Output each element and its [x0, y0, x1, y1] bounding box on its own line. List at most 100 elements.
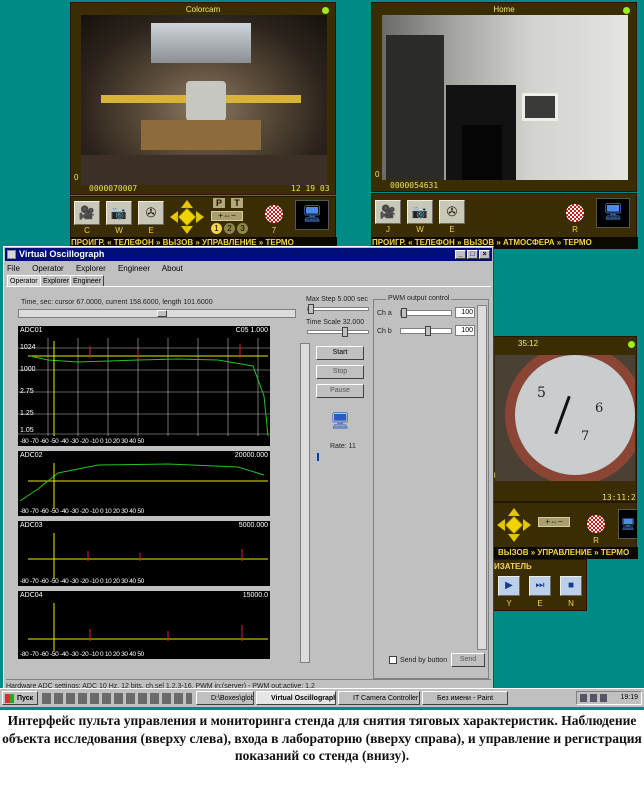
monitor-button[interactable]: 🖥 — [618, 509, 638, 539]
camera-select-button[interactable]: 🎥 — [74, 201, 100, 225]
start-button[interactable]: Start — [316, 346, 364, 360]
max-step-slider[interactable] — [307, 304, 369, 314]
clock: 19:19 — [620, 694, 638, 701]
time-status: Time, sec: cursor 67.0000, current 158.6… — [21, 299, 213, 306]
panel-tabs[interactable]: ВЫЗОВ » УПРАВЛЕНИЕ » ТЕРМО — [488, 547, 638, 559]
checkered-target-icon — [566, 204, 584, 222]
menu-file[interactable]: File — [7, 264, 20, 273]
quick-launch-icons[interactable] — [42, 693, 192, 704]
tools-button[interactable]: ✇ — [439, 200, 465, 224]
menu-about[interactable]: About — [162, 264, 183, 273]
menu-explorer[interactable]: Explorer — [76, 264, 106, 273]
camera-title: Colorcam — [185, 5, 221, 14]
pwm-channel-b-slider[interactable] — [400, 326, 452, 336]
zoom-in-button[interactable]: +⇔− — [538, 517, 570, 527]
play-button[interactable]: ▶ — [498, 576, 520, 596]
tools-button[interactable]: ✇ — [138, 201, 164, 225]
pwm-channel-a-value[interactable]: 100 — [455, 307, 475, 318]
scroll-thumb[interactable] — [157, 310, 167, 317]
status-indicator-icon — [628, 341, 635, 348]
button-label: Y — [506, 599, 512, 608]
rate-indicator — [317, 453, 319, 461]
channel-scope[interactable]: ADC02 20000.000 -80 -70 -60 -50 -40 -30 -… — [18, 451, 270, 516]
tab-engineer[interactable]: Engineer — [70, 275, 105, 286]
minimize-button[interactable]: _ — [455, 250, 466, 259]
stop-button[interactable]: Stop — [316, 365, 364, 379]
task-explorer[interactable]: D:\Boxes\global\... — [196, 691, 254, 705]
player-title: ИЗАТЕЛЬ — [494, 562, 532, 571]
button-label: N — [568, 599, 574, 608]
start-label: Пуск — [17, 695, 34, 702]
button-label: R — [593, 536, 599, 545]
preset-3[interactable]: 3 — [237, 223, 248, 234]
y-tick: 2.75 — [20, 388, 34, 395]
channel-scope[interactable]: ADC04 15000.0 -80 -70 -60 -50 -40 -30 -20… — [18, 591, 270, 659]
preset-selector[interactable]: 1 2 3 — [211, 223, 251, 235]
camera-view-left: Colorcam 0 0000070007 12 19 03 — [70, 2, 336, 195]
pwm-channel-b-value[interactable]: 100 — [455, 325, 475, 336]
send-checkbox-label: Send by button — [400, 657, 448, 664]
monitor-button[interactable]: 🖥 — [596, 198, 630, 228]
tab-explorer[interactable]: Explorer — [40, 275, 73, 286]
channel-scope[interactable]: ADC01 C05 1.000 1024 1000 2.75 1.25 1.05 … — [18, 326, 270, 446]
pwm-channel-a-slider[interactable] — [400, 308, 452, 318]
button-label: J — [386, 225, 390, 234]
start-button[interactable]: Пуск — [2, 691, 38, 705]
computer-icon: 🖥 — [301, 206, 323, 223]
button-label: W — [115, 226, 123, 235]
tab-operator[interactable]: Operator — [7, 275, 41, 286]
button-label: Е — [148, 226, 154, 235]
zoom-in-button[interactable]: +⇔− — [211, 211, 243, 221]
desktop: Colorcam 0 0000070007 12 19 03 Home 0 00… — [0, 0, 644, 710]
taskbar: Пуск D:\Boxes\global\... Virtual Oscillo… — [0, 688, 644, 707]
system-tray: 19:19 — [576, 691, 642, 705]
snapshot-button[interactable]: 📷 — [106, 201, 132, 225]
figure-caption: Интерфейс пульта управления и мониторинг… — [2, 713, 642, 763]
camera-zero-label: 0 — [74, 173, 79, 182]
fast-forward-button[interactable]: ⏭ — [529, 576, 551, 596]
tilt-label: T — [231, 198, 243, 208]
channel-scope[interactable]: ADC03 5000.000 -80 -70 -60 -50 -40 -30 -2… — [18, 521, 270, 586]
preset-1[interactable]: 1 — [211, 223, 222, 234]
scopes-scrollbar[interactable] — [300, 343, 310, 663]
camera-title: 35:12 — [518, 339, 539, 348]
windows-logo-icon — [5, 694, 14, 703]
x-axis-ticks: -80 -70 -60 -50 -40 -30 -20 -10 0 10 20 … — [20, 651, 144, 658]
y-tick: 1.05 — [20, 427, 34, 434]
window-title-bar[interactable]: Virtual Oscillograph _ □ × — [5, 248, 492, 261]
snapshot-button[interactable]: 📷 — [407, 200, 433, 224]
tray-icons[interactable] — [580, 694, 608, 702]
pt-labels: P T — [211, 198, 251, 210]
camera-select-button[interactable]: 🎥 — [375, 200, 401, 224]
pwm-scrollbar[interactable] — [477, 305, 487, 650]
close-button[interactable]: × — [479, 250, 490, 259]
pause-button[interactable]: Pause — [316, 384, 364, 398]
monitor-button[interactable]: 🖥 — [295, 200, 329, 230]
send-button[interactable]: Send — [451, 653, 485, 667]
send-checkbox[interactable] — [389, 656, 397, 664]
computer-icon: 🖥 — [602, 204, 624, 221]
task-paint[interactable]: Без имени - Paint — [422, 691, 508, 705]
preset-2[interactable]: 2 — [224, 223, 235, 234]
pwm-group — [373, 299, 489, 679]
time-scrollbar[interactable] — [18, 309, 296, 318]
camera-video-frame: 5 6 7 — [495, 355, 635, 481]
app-icon — [7, 250, 16, 259]
task-oscillograph[interactable]: Virtual Oscillograph — [256, 691, 336, 705]
video-camera-icon: 🎥 — [379, 204, 397, 219]
pan-tilt-joystick-icon[interactable] — [496, 507, 532, 543]
maximize-button[interactable]: □ — [467, 250, 478, 259]
target-button[interactable] — [583, 511, 609, 535]
wrench-icon: ✇ — [446, 204, 458, 219]
stop-button[interactable]: ■ — [560, 576, 582, 596]
menu-operator[interactable]: Operator — [32, 264, 64, 273]
status-indicator-icon — [322, 7, 329, 14]
target-button[interactable] — [562, 200, 588, 224]
time-scale-slider[interactable] — [307, 327, 369, 337]
menu-engineer[interactable]: Engineer — [118, 264, 150, 273]
target-button[interactable] — [261, 201, 287, 225]
camera-view-gauge: 35:12 5 6 7 0 13:11:2 — [487, 336, 637, 502]
pan-tilt-joystick-icon[interactable] — [169, 199, 205, 235]
task-camera-controller[interactable]: IT Camera Controller — [338, 691, 420, 705]
camera-video-frame — [382, 15, 628, 180]
